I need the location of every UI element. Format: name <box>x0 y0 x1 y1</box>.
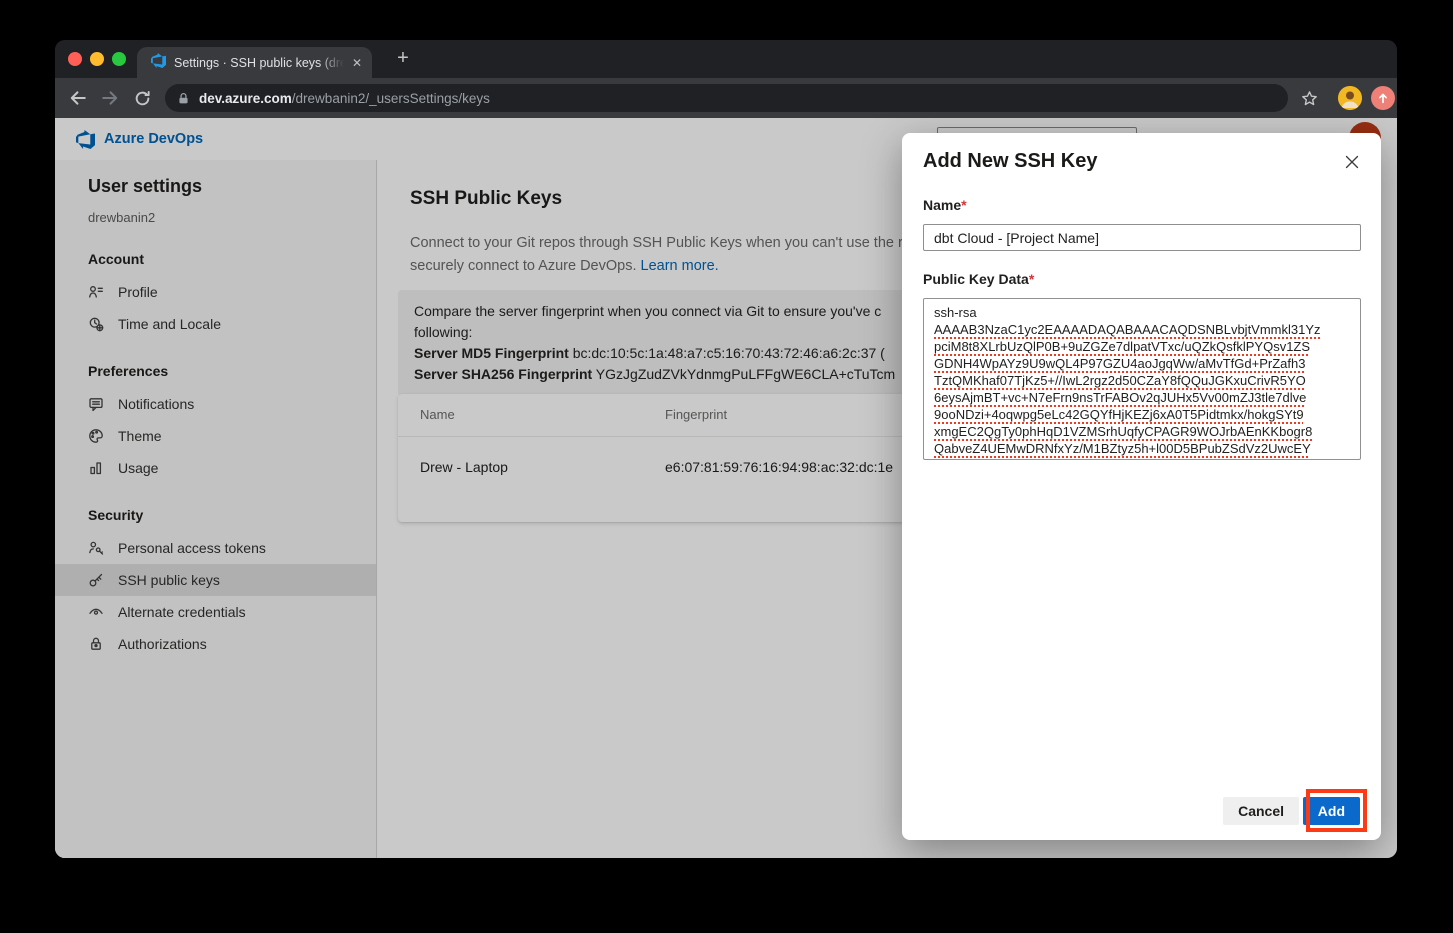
bookmark-star-icon[interactable] <box>1297 86 1321 110</box>
browser-update-icon[interactable] <box>1371 86 1395 110</box>
reload-icon[interactable] <box>130 86 154 110</box>
public-key-line: AAAAB3NzaC1yc2EAAAADAQABAAACAQDSNBLvbjtV… <box>934 321 1350 338</box>
tab-strip: Settings · SSH public keys (dre ✕ + <box>55 40 1397 78</box>
url-path: /drewbanin2/_usersSettings/keys <box>292 91 490 106</box>
public-key-line: 9ooNDzi+4oqwpg5eLc42GQYfHjKEZj6xA0T5Pidt… <box>934 406 1350 423</box>
name-input[interactable] <box>923 224 1361 251</box>
add-ssh-key-dialog: Add New SSH Key Name* Public Key Data* s… <box>902 133 1381 840</box>
url-domain: dev.azure.com <box>199 91 292 106</box>
url-bar[interactable]: dev.azure.com/drewbanin2/_usersSettings/… <box>165 84 1288 112</box>
azure-devops-favicon <box>151 53 166 73</box>
public-key-line: xmgEC2QgTy0phHqD1VZMSrhUqfyCPAGR9WOJrbAE… <box>934 423 1350 440</box>
back-icon[interactable] <box>66 86 90 110</box>
add-button[interactable]: Add <box>1303 797 1360 825</box>
window-close-button[interactable] <box>68 52 82 66</box>
browser-window: Settings · SSH public keys (dre ✕ + dev.… <box>55 40 1397 858</box>
public-key-line: QabveZ4UEMwDRNfxYz/M1BZtyz5h+l00D5BPubZS… <box>934 440 1350 457</box>
browser-toolbar: dev.azure.com/drewbanin2/_usersSettings/… <box>55 78 1397 118</box>
cancel-button[interactable]: Cancel <box>1223 797 1299 825</box>
tab-title: Settings · SSH public keys (dre <box>174 56 344 70</box>
public-key-line: GDNH4WpAYz9U9wQL4P97GZU4aoJgqWw/aMvTfGd+… <box>934 355 1350 372</box>
tab-close-icon[interactable]: ✕ <box>352 56 362 70</box>
public-key-label: Public Key Data* <box>923 271 1034 287</box>
web-page: Azure DevOps User settings drewbanin2 Ac… <box>55 118 1397 858</box>
url-text: dev.azure.com/drewbanin2/_usersSettings/… <box>199 91 490 106</box>
public-key-textarea[interactable]: ssh-rsaAAAAB3NzaC1yc2EAAAADAQABAAACAQDSN… <box>923 298 1361 460</box>
public-key-line: TztQMKhaf07TjKz5+//IwL2rgz2d50CZaY8fQQuJ… <box>934 372 1350 389</box>
window-zoom-button[interactable] <box>112 52 126 66</box>
forward-icon[interactable] <box>98 86 122 110</box>
public-key-line: dwHKhl8DkzC7YU9hFAoBm9kSqtQtE81G8hF9cmzT… <box>934 457 1350 460</box>
close-icon[interactable] <box>1341 151 1363 173</box>
public-key-line: pciM8t8XLrbUzQlP0B+9uZGZe7dlpatVTxc/uQZk… <box>934 338 1350 355</box>
public-key-line: ssh-rsa <box>934 304 1350 321</box>
browser-profile-avatar[interactable] <box>1338 86 1362 110</box>
required-asterisk: * <box>961 197 966 213</box>
public-key-line: 6eysAjmBT+vc+N7eFrn9nsTrFABOv2qJUHx5Vv00… <box>934 389 1350 406</box>
lock-icon <box>177 92 190 105</box>
browser-tab[interactable]: Settings · SSH public keys (dre ✕ <box>137 47 372 78</box>
name-label: Name* <box>923 197 967 213</box>
window-minimize-button[interactable] <box>90 52 104 66</box>
dialog-title: Add New SSH Key <box>923 150 1097 173</box>
required-asterisk: * <box>1029 271 1034 287</box>
new-tab-button[interactable]: + <box>389 45 417 73</box>
